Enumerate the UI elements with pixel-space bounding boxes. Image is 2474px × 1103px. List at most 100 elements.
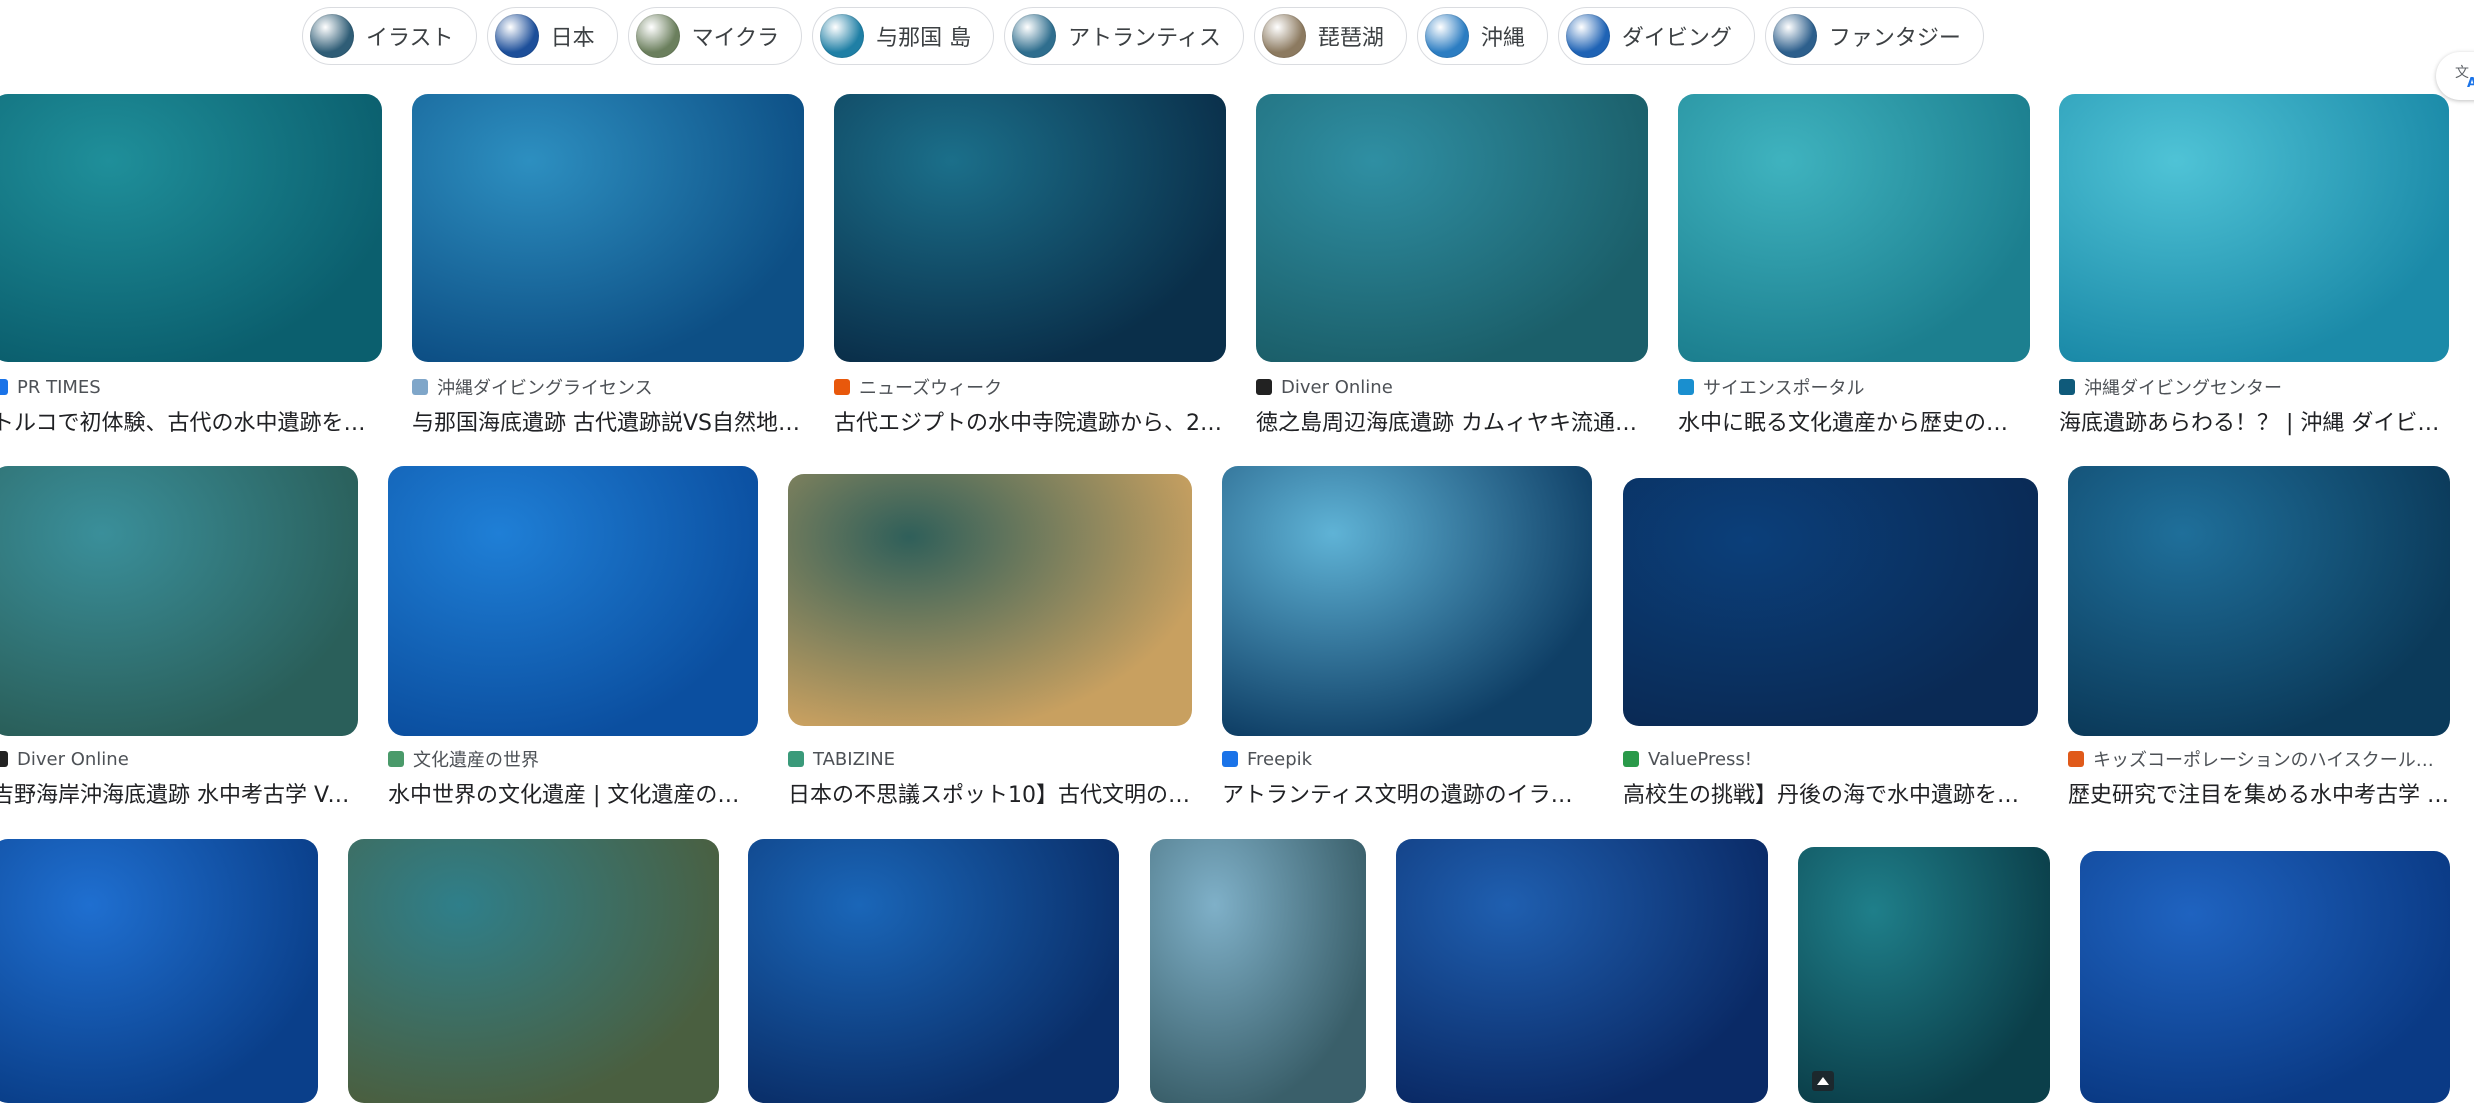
result-title[interactable]: 高校生の挑戦】丹後の海で水中遺跡を… — [1623, 777, 2038, 809]
source-favicon-icon — [1623, 751, 1639, 767]
result-source-name: TABIZINE — [813, 748, 896, 770]
result-image-thumbnail[interactable] — [2068, 466, 2450, 736]
result-source-name: Diver Online — [17, 748, 129, 770]
chip-biwako[interactable]: 琵琶湖 — [1253, 7, 1407, 65]
image-badge-icon — [1812, 1071, 1834, 1091]
source-favicon-icon — [0, 379, 8, 395]
result-title[interactable]: 日本の不思議スポット10】古代文明の… — [788, 777, 1192, 809]
result-image-thumbnail[interactable] — [1678, 94, 2030, 362]
result-image-thumbnail[interactable] — [1256, 94, 1648, 362]
result-image-thumbnail[interactable] — [834, 94, 1226, 362]
image-result-card[interactable]: ValuePress! 高校生の挑戦】丹後の海で水中遺跡を… — [1623, 466, 2038, 826]
result-source[interactable]: ニューズウィーク — [834, 376, 1226, 398]
japan-thumb-icon — [494, 14, 539, 58]
image-result-card[interactable] — [348, 839, 719, 1103]
illustration-thumb-icon — [310, 14, 354, 58]
result-source-name: キッズコーポレーションのハイスクール… — [2093, 750, 2434, 770]
result-source[interactable]: TABIZINE — [788, 748, 1192, 770]
image-result-card[interactable]: 沖縄ダイビングセンター海底遺跡あらわる！？ | 沖縄 ダイビ… — [2059, 94, 2449, 454]
result-source[interactable]: キッズコーポレーションのハイスクール… — [2068, 748, 2450, 770]
result-image-thumbnail[interactable] — [1623, 478, 2038, 726]
result-image-thumbnail[interactable] — [1798, 847, 2050, 1103]
result-image-thumbnail[interactable] — [2080, 851, 2450, 1103]
source-favicon-icon — [1256, 379, 1272, 395]
chip-minecraft[interactable]: マイクラ — [627, 7, 803, 65]
image-result-card[interactable]: Freepik アトランティス文明の遺跡のイラ… — [1222, 466, 1592, 826]
result-source[interactable]: Diver Online — [1256, 376, 1648, 398]
result-source-name: Freepik — [1247, 748, 1313, 770]
image-result-card[interactable] — [2080, 839, 2450, 1103]
result-image-thumbnail[interactable] — [412, 94, 804, 362]
result-image-thumbnail[interactable] — [388, 466, 758, 736]
result-title[interactable]: トルコで初体験、古代の水中遺跡を… — [0, 405, 382, 437]
yonaguni-thumb-icon — [820, 14, 865, 58]
result-image-thumbnail[interactable] — [0, 839, 318, 1103]
image-result-card[interactable]: キッズコーポレーションのハイスクール… 歴史研究で注目を集める水中考古学 … — [2068, 466, 2450, 826]
result-title[interactable]: 水中に眠る文化遺産から歴史の… — [1678, 405, 2030, 437]
source-favicon-icon — [412, 379, 428, 395]
image-result-card[interactable]: 文化遺産の世界水中世界の文化遺産 | 文化遺産の… — [388, 466, 758, 826]
result-image-thumbnail[interactable] — [1222, 466, 1592, 736]
result-source-name: ValuePress! — [1648, 748, 1753, 770]
image-result-card[interactable] — [748, 839, 1119, 1103]
result-title[interactable]: 海底遺跡あらわる！？ | 沖縄 ダイビ… — [2059, 405, 2449, 437]
result-title[interactable]: 徳之島周辺海底遺跡 カムィヤキ流通… — [1256, 405, 1648, 437]
chip-diving[interactable]: ダイビング — [1557, 7, 1755, 65]
result-source[interactable]: 沖縄ダイビングセンター — [2059, 376, 2449, 398]
result-image-thumbnail[interactable] — [0, 94, 382, 362]
image-result-card[interactable]: TABIZINE 日本の不思議スポット10】古代文明の… — [788, 466, 1192, 826]
image-result-card[interactable]: Diver Online 徳之島周辺海底遺跡 カムィヤキ流通… — [1256, 94, 1648, 454]
result-source[interactable]: 沖縄ダイビングライセンス — [412, 376, 804, 398]
result-image-thumbnail[interactable] — [348, 839, 719, 1103]
result-title[interactable]: 水中世界の文化遺産 | 文化遺産の… — [388, 777, 758, 809]
result-image-thumbnail[interactable] — [1396, 839, 1768, 1103]
image-result-card[interactable]: ニューズウィーク古代エジプトの水中寺院遺跡から、2… — [834, 94, 1226, 454]
result-title[interactable]: 歴史研究で注目を集める水中考古学 … — [2068, 777, 2450, 809]
result-source-name: 沖縄ダイビングライセンス — [437, 378, 653, 398]
source-favicon-icon — [788, 751, 804, 767]
image-result-card[interactable]: 沖縄ダイビングライセンス与那国海底遺跡 古代遺跡説VS自然地… — [412, 94, 804, 454]
image-result-card[interactable] — [1798, 839, 2050, 1103]
result-title[interactable]: 吉野海岸沖海底遺跡 水中考古学 Vo… — [0, 777, 358, 809]
result-image-thumbnail[interactable] — [788, 474, 1192, 726]
result-title[interactable]: アトランティス文明の遺跡のイラ… — [1222, 777, 1592, 809]
result-title[interactable]: 古代エジプトの水中寺院遺跡から、2… — [834, 405, 1226, 437]
chip-yonaguni[interactable]: 与那国 島 — [812, 7, 995, 65]
result-image-thumbnail[interactable] — [748, 839, 1119, 1103]
source-favicon-icon — [2068, 751, 2084, 767]
result-source[interactable]: 文化遺産の世界 — [388, 748, 758, 770]
result-source[interactable]: PR TIMES — [0, 376, 382, 398]
biwako-thumb-icon — [1261, 14, 1306, 58]
result-source[interactable]: サイエンスポータル — [1678, 376, 2030, 398]
diving-thumb-icon — [1565, 14, 1610, 58]
image-result-card[interactable] — [1150, 839, 1366, 1103]
source-favicon-icon — [1222, 751, 1238, 767]
fantasy-thumb-icon — [1772, 14, 1817, 58]
result-source-name: Diver Online — [1281, 376, 1393, 398]
result-source[interactable]: Diver Online — [0, 748, 358, 770]
image-result-card[interactable]: Diver Online 吉野海岸沖海底遺跡 水中考古学 Vo… — [0, 466, 358, 826]
chip-japan[interactable]: 日本 — [486, 7, 618, 65]
translate-icon: 文 A — [2455, 65, 2474, 89]
chip-okinawa[interactable]: 沖縄 — [1416, 7, 1548, 65]
svg-text:A: A — [2467, 76, 2474, 89]
image-result-card[interactable]: サイエンスポータル水中に眠る文化遺産から歴史の… — [1678, 94, 2030, 454]
result-image-thumbnail[interactable] — [2059, 94, 2449, 362]
image-result-card[interactable] — [1396, 839, 1768, 1103]
result-source[interactable]: Freepik — [1222, 748, 1592, 770]
source-favicon-icon — [0, 751, 8, 767]
image-result-card[interactable] — [0, 839, 318, 1103]
result-image-thumbnail[interactable] — [1150, 839, 1366, 1103]
result-image-thumbnail[interactable] — [0, 466, 358, 736]
result-source-name: サイエンスポータル — [1703, 378, 1865, 398]
chip-fantasy[interactable]: ファンタジー — [1764, 7, 1984, 65]
result-title[interactable]: 与那国海底遺跡 古代遺跡説VS自然地… — [412, 405, 804, 437]
result-source-name: 文化遺産の世界 — [413, 750, 539, 770]
source-favicon-icon — [388, 751, 404, 767]
image-result-card[interactable]: PR TIMES トルコで初体験、古代の水中遺跡を… — [0, 94, 382, 454]
chip-illustration[interactable]: イラスト — [302, 7, 477, 65]
chip-atlantis[interactable]: アトランティス — [1004, 7, 1244, 65]
translate-button[interactable]: 文 A — [2436, 52, 2474, 100]
result-source[interactable]: ValuePress! — [1623, 748, 2038, 770]
minecraft-thumb-icon — [635, 14, 680, 58]
